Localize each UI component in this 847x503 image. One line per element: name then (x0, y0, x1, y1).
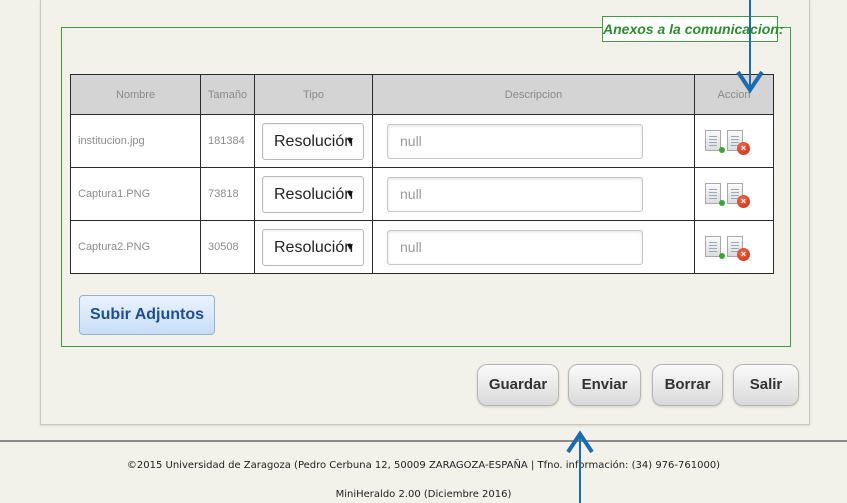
annotation-arrow-icon (736, 0, 764, 94)
annotation-arrow-icon (566, 430, 594, 503)
annotation-arrows (566, 0, 764, 503)
